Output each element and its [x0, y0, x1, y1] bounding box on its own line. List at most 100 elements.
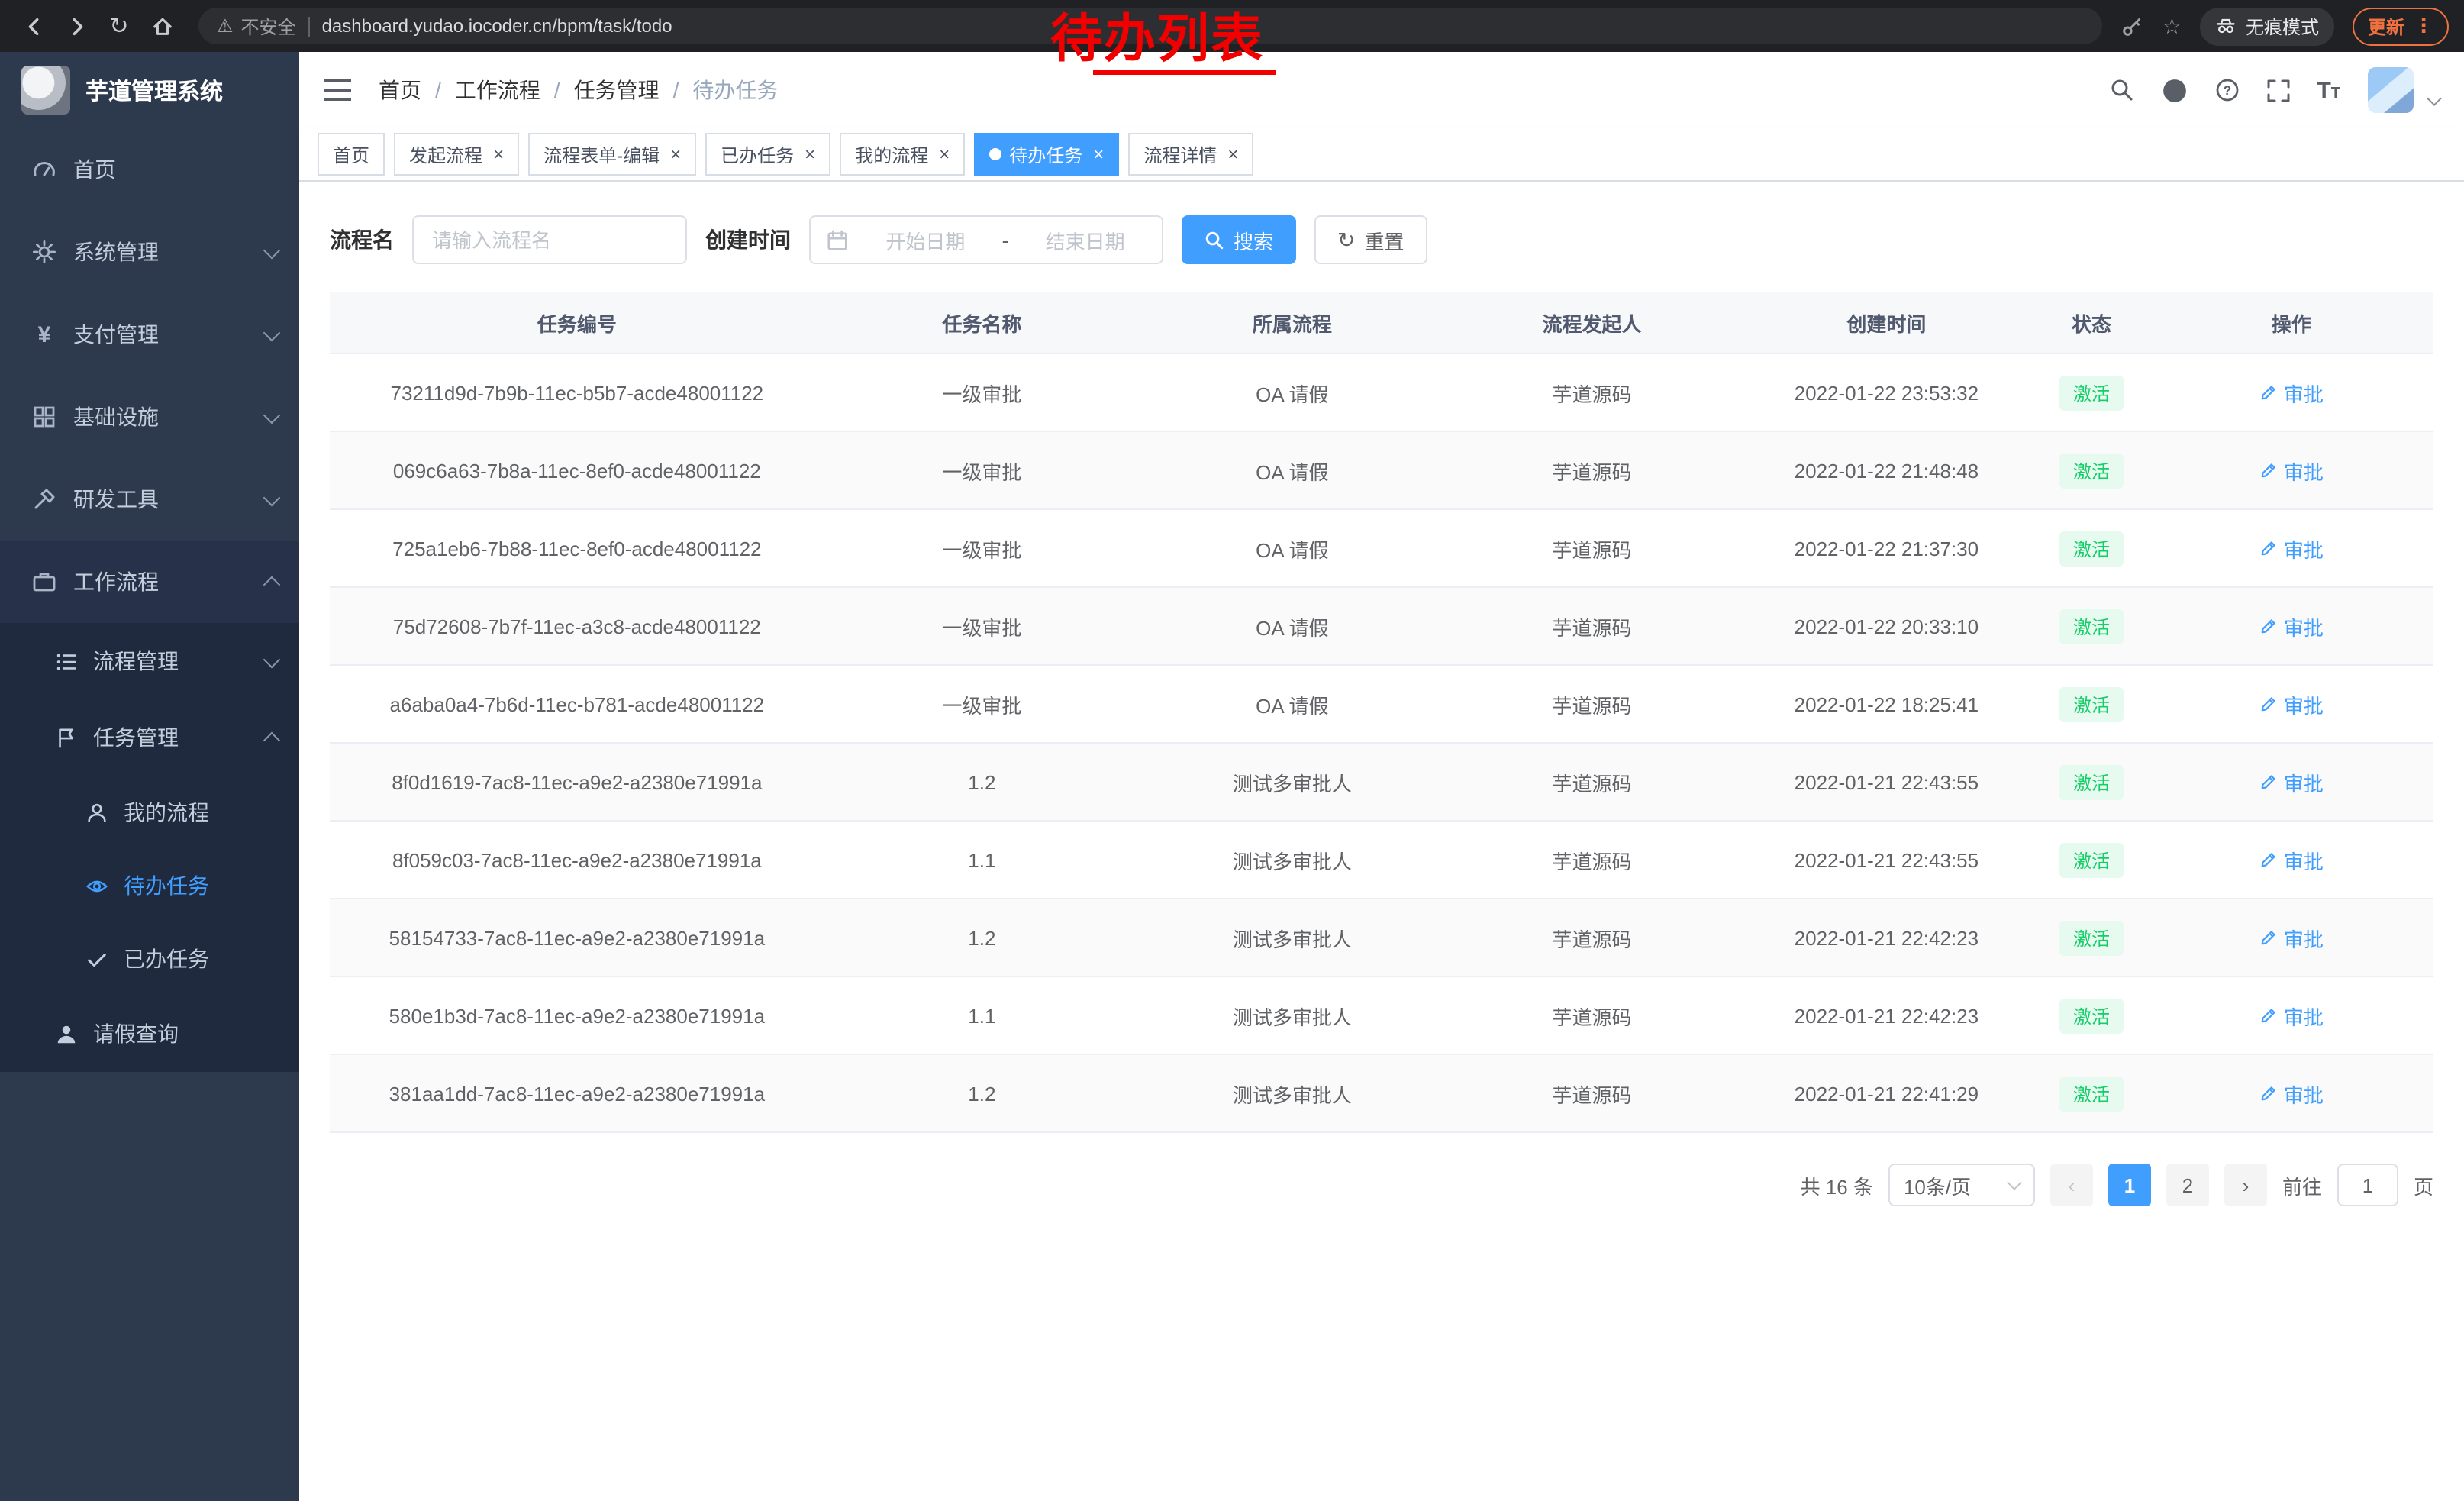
sidebar-item-infra[interactable]: 基础设施 [0, 376, 299, 458]
approve-link[interactable]: 审批 [2259, 923, 2324, 952]
avatar[interactable] [2368, 67, 2414, 113]
back-icon[interactable] [15, 8, 52, 44]
forward-icon[interactable] [58, 8, 95, 44]
search-button-label: 搜索 [1234, 225, 1273, 254]
date-range-picker[interactable]: 开始日期 - 结束日期 [809, 215, 1163, 264]
close-icon[interactable]: × [1093, 145, 1104, 163]
close-icon[interactable]: × [670, 145, 681, 163]
fullscreen-icon[interactable] [2266, 79, 2289, 102]
sidebar-item-system[interactable]: 系统管理 [0, 211, 299, 293]
home-icon[interactable] [144, 8, 180, 44]
approve-link[interactable]: 审批 [2259, 456, 2324, 485]
tab-home[interactable]: 首页 [318, 133, 385, 176]
tags-view-bar: 首页 发起流程 × 流程表单-编辑 × 已办任务 × [299, 128, 2464, 182]
cell-task-name: 1.1 [824, 976, 1140, 1054]
cell-starter: 芋道源码 [1445, 821, 1740, 899]
close-icon[interactable]: × [493, 145, 504, 163]
sidebar-item-leave-query[interactable]: 请假查询 [0, 996, 299, 1072]
sidebar-item-home[interactable]: 首页 [0, 128, 299, 211]
approve-link[interactable]: 审批 [2259, 1079, 2324, 1108]
sidebar-item-payment[interactable]: ¥ 支付管理 [0, 293, 299, 376]
page-size-select[interactable]: 10条/页 [1888, 1164, 2035, 1206]
logo-image [21, 66, 70, 115]
sidebar-item-label: 研发工具 [73, 484, 159, 515]
col-header-task-id: 任务编号 [330, 292, 824, 353]
approve-link[interactable]: 审批 [2259, 534, 2324, 563]
app-body: 芋道管理系统 首页 系统管理 ¥ 支付管理 [0, 52, 2464, 1501]
flag-icon [55, 726, 78, 749]
sidebar-item-devtools[interactable]: 研发工具 [0, 458, 299, 541]
update-button[interactable]: 更新 ⋮ [2353, 7, 2449, 45]
approve-link[interactable]: 审批 [2259, 689, 2324, 718]
approve-label: 审批 [2284, 534, 2324, 563]
breadcrumb-item-current: 待办任务 [692, 75, 778, 105]
font-size-icon[interactable]: TT [2317, 77, 2340, 103]
chrome-menu-icon[interactable]: ⋮ [2414, 14, 2433, 38]
not-secure-warning: ⚠ 不安全 [217, 13, 296, 39]
avatar-dropdown-caret-icon[interactable] [2427, 90, 2442, 105]
page: ↻ ⚠ 不安全 dashboard.yudao.iocoder.cn/bpm/t… [0, 0, 2464, 1501]
sidebar-item-done-tasks[interactable]: 已办任务 [0, 922, 299, 996]
url-divider [308, 16, 310, 36]
approve-link[interactable]: 审批 [2259, 612, 2324, 641]
tab-todo-tasks[interactable]: 待办任务 × [974, 133, 1119, 176]
annotation-underline [1093, 70, 1276, 75]
page-button-1[interactable]: 1 [2108, 1164, 2151, 1206]
breadcrumb-item[interactable]: 任务管理 [574, 75, 660, 105]
approve-link[interactable]: 审批 [2259, 845, 2324, 874]
chevron-down-icon [263, 406, 281, 424]
breadcrumb-item[interactable]: 工作流程 [455, 75, 540, 105]
sidebar-collapse-icon[interactable] [324, 89, 351, 92]
reload-icon[interactable]: ↻ [101, 8, 137, 44]
goto-page-input[interactable] [2337, 1164, 2398, 1206]
tab-process-detail[interactable]: 流程详情 × [1128, 133, 1253, 176]
chevron-up-icon [263, 732, 281, 750]
cell-task-id: 75d72608-7b7f-11ec-a3c8-acde48001122 [330, 587, 824, 665]
incognito-label: 无痕模式 [2246, 13, 2319, 39]
close-icon[interactable]: × [1227, 145, 1238, 163]
table-row: 75d72608-7b7f-11ec-a3c8-acde48001122 一级审… [330, 587, 2433, 665]
cell-create-time: 2022-01-21 22:42:23 [1739, 976, 2033, 1054]
tab-label: 流程表单-编辑 [543, 141, 660, 167]
col-header-task-name: 任务名称 [824, 292, 1140, 353]
cell-task-id: 580e1b3d-7ac8-11ec-a9e2-a2380e71991a [330, 976, 824, 1054]
page-button-2[interactable]: 2 [2166, 1164, 2209, 1206]
search-button[interactable]: 搜索 [1182, 215, 1296, 264]
cell-starter: 芋道源码 [1445, 899, 1740, 976]
next-page-button[interactable]: › [2224, 1164, 2267, 1206]
approve-link[interactable]: 审批 [2259, 378, 2324, 407]
approve-link[interactable]: 审批 [2259, 1001, 2324, 1030]
tab-my-process[interactable]: 我的流程 × [840, 133, 965, 176]
bookmark-star-icon[interactable]: ☆ [2162, 13, 2182, 39]
cell-create-time: 2022-01-22 18:25:41 [1739, 665, 2033, 743]
sidebar-item-label: 任务管理 [93, 722, 179, 753]
sidebar-item-my-process[interactable]: 我的流程 [0, 776, 299, 849]
cell-task-id: 8f059c03-7ac8-11ec-a9e2-a2380e71991a [330, 821, 824, 899]
cell-task-name: 一级审批 [824, 587, 1140, 665]
prev-page-button[interactable]: ‹ [2050, 1164, 2093, 1206]
tab-process-form-edit[interactable]: 流程表单-编辑 × [528, 133, 696, 176]
sidebar-item-process-mgmt[interactable]: 流程管理 [0, 623, 299, 699]
approve-link[interactable]: 审批 [2259, 767, 2324, 796]
tab-start-process[interactable]: 发起流程 × [394, 133, 519, 176]
breadcrumb-item[interactable]: 首页 [379, 75, 421, 105]
chevron-down-icon [263, 324, 281, 341]
cell-task-name: 一级审批 [824, 509, 1140, 587]
tab-done-tasks[interactable]: 已办任务 × [705, 133, 830, 176]
sidebar-item-workflow[interactable]: 工作流程 [0, 541, 299, 623]
sidebar-item-todo-tasks[interactable]: 待办任务 [0, 849, 299, 922]
close-icon[interactable]: × [939, 145, 950, 163]
reset-button[interactable]: ↻ 重置 [1314, 215, 1427, 264]
search-icon[interactable] [2109, 78, 2133, 102]
table-header-row: 任务编号 任务名称 所属流程 流程发起人 创建时间 状态 操作 [330, 292, 2433, 353]
github-icon[interactable] [2161, 77, 2187, 103]
warning-icon: ⚠ [217, 15, 234, 37]
close-icon[interactable]: × [805, 145, 815, 163]
sidebar-item-task-mgmt[interactable]: 任务管理 [0, 699, 299, 776]
sidebar-logo-row: 芋道管理系统 [0, 52, 299, 128]
cell-task-name: 一级审批 [824, 665, 1140, 743]
process-name-input[interactable] [412, 215, 687, 264]
help-icon[interactable]: ? [2214, 78, 2239, 102]
main-area: 首页 / 工作流程 / 任务管理 / 待办任务 ? [299, 52, 2464, 1501]
password-key-icon[interactable] [2121, 15, 2144, 37]
